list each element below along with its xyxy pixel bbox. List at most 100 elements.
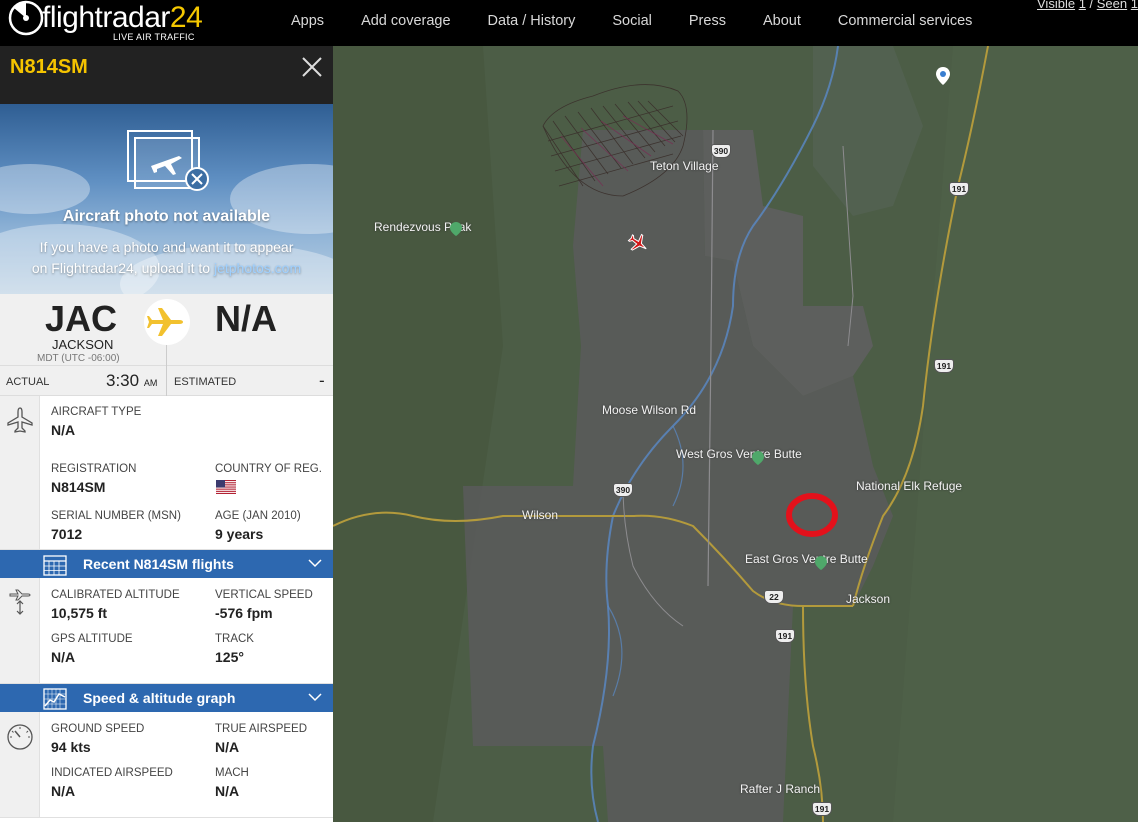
vertical-speed-label: VERTICAL SPEED [215,589,313,601]
aircraft-callsign: N814SM [10,56,88,78]
nav-social[interactable]: Social [612,0,652,46]
calendar-icon [43,555,67,576]
map-label-jackson: Jackson [846,592,891,606]
airplane-icon [147,308,183,336]
nav-commercial-services[interactable]: Commercial services [838,0,973,46]
flight-times: ACTUAL 3:30 AM ESTIMATED - [0,366,333,396]
times-divider [166,366,167,396]
route-shield-191: 191 [775,629,795,643]
main-nav: Apps Add coverage Data / History Social … [291,0,1009,46]
ground-speed-label: GROUND SPEED [51,723,145,735]
seen-count: 1 [1130,0,1138,11]
section-gutter [0,712,40,817]
origin-airport-code[interactable]: JAC [45,298,117,340]
calibrated-altitude-label: CALIBRATED ALTITUDE [51,589,180,601]
section-gutter [0,578,40,683]
speed-section: GROUND SPEED 94 kts TRUE AIRSPEED N/A IN… [0,712,333,818]
origin-timezone: MDT (UTC -06:00) [37,353,120,364]
photo-upload-message: If you have a photo and want it to appea… [0,237,333,279]
photo-not-available-title: Aircraft photo not available [62,208,271,225]
altitude-section: CALIBRATED ALTITUDE 10,575 ft VERTICAL S… [0,578,333,684]
speed-altitude-graph-title: Speed & altitude graph [83,690,236,706]
radar-logo-icon [8,0,44,36]
aircraft-details-section: AIRCRAFT TYPE N/A REGISTRATION N814SM CO… [0,396,333,550]
poi-east-gros-ventre-icon [815,556,827,570]
calibrated-altitude-value: 10,575 ft [51,605,108,621]
aircraft-info-panel: N814SM Aircraft photo not available If y… [0,46,333,822]
map-canvas[interactable]: Teton Village Rendezvous Peak Moose Wils… [333,46,1138,822]
panel-header: N814SM [0,46,333,104]
photo-message-line1: If you have a photo and want it to appea… [39,239,294,255]
map-label-rendezvous-peak: Rendezvous Peak [374,220,472,234]
map-label-rafter-j-ranch: Rafter J Ranch [740,782,821,796]
aircraft-icon [7,407,33,433]
logo-wordmark: flightradar24 [42,1,203,34]
seen-label: Seen [1096,0,1128,11]
map-label-east-gros-ventre-butte: East Gros Ventre Butte [745,552,868,566]
country-label: COUNTRY OF REG. [215,463,322,475]
registration-label: REGISTRATION [51,463,137,475]
aircraft-type-label: AIRCRAFT TYPE [51,406,142,418]
map-label-teton-village: Teton Village [650,159,719,173]
recent-flights-toggle[interactable]: Recent N814SM flights [0,550,333,578]
close-icon[interactable] [301,56,323,78]
graph-icon [43,688,67,710]
section-gutter [0,396,40,549]
nav-data-history[interactable]: Data / History [488,0,576,46]
actual-time: 3:30 AM [106,371,157,391]
track-value: 125° [215,649,244,665]
route-shield-390: 390 [711,144,731,158]
route-shield-191: 191 [934,359,954,373]
us-flag-icon [216,480,236,494]
vertical-speed-value: -576 fpm [215,605,273,621]
flightradar24-logo[interactable]: flightradar24 LIVE AIR TRAFFIC [8,0,203,44]
speedometer-icon [7,724,33,750]
route-shield-22: 22 [764,590,784,604]
true-airspeed-value: N/A [215,739,240,755]
poi-rendezvous-peak-icon [450,222,462,236]
route-plane-badge [144,299,190,345]
speed-altitude-graph-toggle[interactable]: Speed & altitude graph [0,684,333,712]
aircraft-type-value: N/A [51,422,76,438]
route-shield-390: 390 [613,483,633,497]
actual-time-ampm: AM [143,378,158,388]
chevron-down-icon [308,559,322,568]
logo-tagline: LIVE AIR TRAFFIC [113,32,195,42]
gps-altitude-value: N/A [51,649,76,665]
route-shield-191: 191 [949,182,969,196]
nav-apps[interactable]: Apps [291,0,324,46]
nav-about[interactable]: About [763,0,801,46]
serial-number-value: 7012 [51,526,83,542]
chevron-down-icon [308,693,322,702]
serial-number-label: SERIAL NUMBER (MSN) [51,510,181,522]
jetphotos-link[interactable]: jetphotos.com [214,260,301,276]
track-label: TRACK [215,633,254,645]
aircraft-counter[interactable]: Visible 1 / Seen 1 [1037,0,1138,11]
nav-press[interactable]: Press [689,0,726,46]
map-label-west-gros-ventre-butte: West Gros Ventre Butte [676,447,802,461]
aircraft-marker-icon[interactable] [627,232,649,254]
actual-label: ACTUAL [6,376,50,388]
map-label-national-elk-refuge: National Elk Refuge [856,479,963,493]
no-photo-icon [127,130,209,191]
map-label-moose-wilson-rd: Moose Wilson Rd [602,403,697,417]
top-navigation-bar: flightradar24 LIVE AIR TRAFFIC Apps Add … [0,0,1138,46]
location-pin-icon[interactable] [936,67,950,85]
visible-label: Visible [1037,0,1076,11]
estimated-label: ESTIMATED [174,376,237,388]
actual-time-value: 3:30 [106,371,140,390]
indicated-airspeed-label: INDICATED AIRSPEED [51,767,173,779]
route-shield-191: 191 [812,802,832,816]
indicated-airspeed-value: N/A [51,783,76,799]
nav-add-coverage[interactable]: Add coverage [361,0,450,46]
altitude-icon [9,589,31,615]
destination-airport-code: N/A [215,298,277,339]
registration-value: N814SM [51,479,106,495]
map-terrain [333,46,1138,822]
age-label: AGE (JAN 2010) [215,510,301,522]
ground-speed-value: 94 kts [51,739,91,755]
aircraft-photo-placeholder: Aircraft photo not available If you have… [0,104,333,294]
gps-altitude-label: GPS ALTITUDE [51,633,133,645]
route-divider [166,344,167,366]
estimated-value: - [319,371,325,390]
